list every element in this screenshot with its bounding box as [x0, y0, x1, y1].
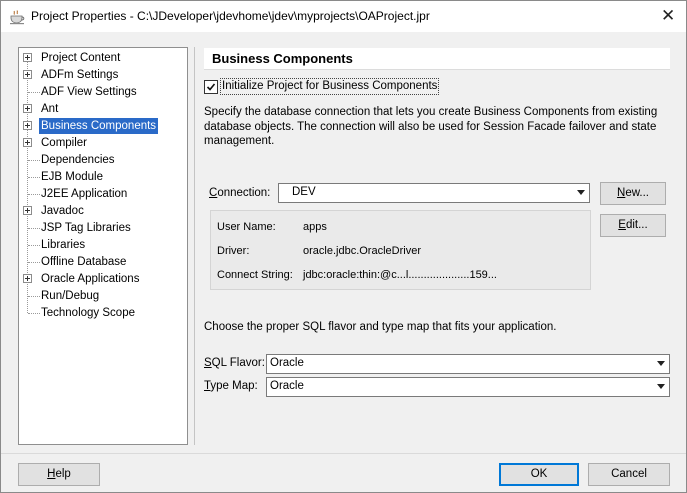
- init-business-components-checkbox[interactable]: [204, 80, 218, 94]
- tree-item-label[interactable]: Ant: [39, 101, 60, 117]
- tree-item-compiler[interactable]: Compiler: [19, 135, 187, 152]
- driver-label: Driver:: [217, 245, 250, 257]
- tree-item-label[interactable]: Compiler: [39, 135, 89, 151]
- tree-item-label[interactable]: ADF View Settings: [39, 84, 139, 100]
- type-map-combo[interactable]: Oracle: [266, 377, 670, 397]
- tree-item-project-content[interactable]: Project Content: [19, 50, 187, 67]
- tree-item-adfm-settings[interactable]: ADFm Settings: [19, 67, 187, 84]
- tree-item-dependencies[interactable]: Dependencies: [19, 152, 187, 169]
- tree-item-label[interactable]: Run/Debug: [39, 288, 101, 304]
- tree-item-label[interactable]: EJB Module: [39, 169, 105, 185]
- connection-label: Connection:: [209, 187, 271, 199]
- tree-item-j2ee-application[interactable]: J2EE Application: [19, 186, 187, 203]
- sql-flavor-value: Oracle: [270, 357, 304, 369]
- help-button[interactable]: Help: [18, 463, 100, 486]
- connection-value: DEV: [292, 186, 316, 198]
- tree-item-run-debug[interactable]: Run/Debug: [19, 288, 187, 305]
- window-title: Project Properties - C:\JDeveloper\jdevh…: [31, 9, 430, 23]
- chevron-down-icon: [657, 384, 665, 389]
- init-checkbox-label[interactable]: Initialize Project for Business Componen…: [220, 78, 440, 95]
- expand-plus-icon[interactable]: [23, 104, 32, 113]
- panel-divider: [194, 47, 195, 445]
- connection-combo[interactable]: DEV: [278, 183, 590, 203]
- edit-connection-button[interactable]: Edit...: [600, 214, 666, 237]
- tree-item-ejb-module[interactable]: EJB Module: [19, 169, 187, 186]
- expand-plus-icon[interactable]: [23, 138, 32, 147]
- panel-header: Business Components: [204, 48, 670, 70]
- sql-flavor-combo[interactable]: Oracle: [266, 354, 670, 374]
- title-bar: Project Properties - C:\JDeveloper\jdevh…: [1, 1, 686, 32]
- tree-item-label[interactable]: Technology Scope: [39, 305, 137, 321]
- tree-item-label[interactable]: Javadoc: [39, 203, 86, 219]
- tree-item-offline-database[interactable]: Offline Database: [19, 254, 187, 271]
- category-tree[interactable]: Project Content ADFm Settings ADF View Set…: [18, 47, 188, 445]
- expand-plus-icon[interactable]: [23, 70, 32, 79]
- user-name-value: apps: [303, 221, 327, 233]
- checkmark-icon: [206, 83, 216, 91]
- tree-item-technology-scope[interactable]: Technology Scope: [19, 305, 187, 322]
- chevron-down-icon: [657, 361, 665, 366]
- tree-item-label[interactable]: J2EE Application: [39, 186, 129, 202]
- tree-item-label[interactable]: Oracle Applications: [39, 271, 141, 287]
- chevron-down-icon: [577, 190, 585, 195]
- tree-item-label[interactable]: Business Components: [39, 118, 159, 134]
- tree-item-label[interactable]: Libraries: [39, 237, 87, 253]
- cancel-button[interactable]: Cancel: [588, 463, 670, 486]
- type-map-value: Oracle: [270, 380, 304, 392]
- close-icon[interactable]: ✕: [661, 7, 675, 25]
- coffee-cup-icon: [10, 10, 25, 25]
- type-map-label: Type Map:: [204, 380, 258, 392]
- connection-description: Specify the database connection that let…: [204, 106, 658, 147]
- tree-item-ant[interactable]: Ant: [19, 101, 187, 118]
- connect-string-value: jdbc:oracle:thin:@c...l.................…: [303, 269, 497, 281]
- footer-separator: [1, 453, 686, 454]
- tree-item-javadoc[interactable]: Javadoc: [19, 203, 187, 220]
- connect-string-label: Connect String:: [217, 269, 293, 281]
- panel-title: Business Components: [212, 51, 353, 66]
- sql-hint: Choose the proper SQL flavor and type ma…: [204, 321, 557, 333]
- expand-plus-icon[interactable]: [23, 121, 32, 130]
- expand-plus-icon[interactable]: [23, 206, 32, 215]
- tree-item-adf-view-settings[interactable]: ADF View Settings: [19, 84, 187, 101]
- expand-plus-icon[interactable]: [23, 53, 32, 62]
- tree-item-label[interactable]: Offline Database: [39, 254, 128, 270]
- driver-value: oracle.jdbc.OracleDriver: [303, 245, 421, 257]
- tree-item-jsp-tag-libraries[interactable]: JSP Tag Libraries: [19, 220, 187, 237]
- tree-item-label[interactable]: JSP Tag Libraries: [39, 220, 133, 236]
- tree-item-oracle-applications[interactable]: Oracle Applications: [19, 271, 187, 288]
- new-connection-button[interactable]: New...: [600, 182, 666, 205]
- tree-item-label[interactable]: ADFm Settings: [39, 67, 120, 83]
- tree-item-label[interactable]: Project Content: [39, 50, 122, 66]
- user-name-label: User Name:: [217, 221, 276, 233]
- tree-item-label[interactable]: Dependencies: [39, 152, 117, 168]
- project-properties-dialog: Project Properties - C:\JDeveloper\jdevh…: [0, 0, 687, 493]
- connection-info-box: User Name: apps Driver: oracle.jdbc.Orac…: [210, 210, 591, 290]
- sql-flavor-label: SQL Flavor:: [204, 357, 265, 369]
- tree-item-libraries[interactable]: Libraries: [19, 237, 187, 254]
- ok-button[interactable]: OK: [499, 463, 579, 486]
- tree-item-business-components[interactable]: Business Components: [19, 118, 187, 135]
- expand-plus-icon[interactable]: [23, 274, 32, 283]
